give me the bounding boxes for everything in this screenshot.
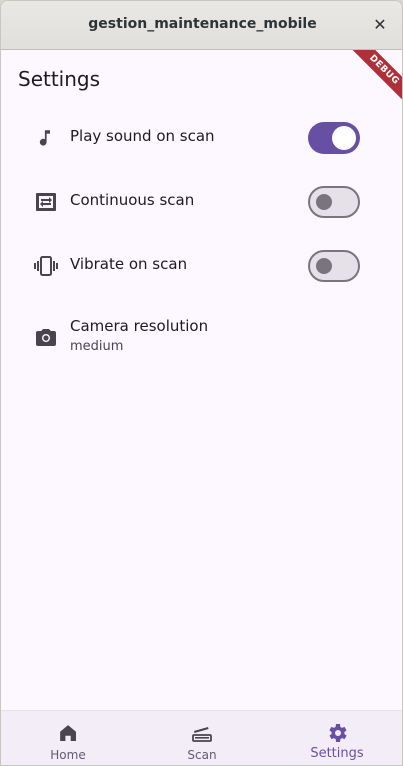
toggle-knob <box>316 258 332 274</box>
setting-play-sound[interactable]: Play sound on scan <box>1 110 402 166</box>
nav-label: Home <box>50 748 86 762</box>
repeat-icon <box>34 190 58 214</box>
camera-resolution-value: medium <box>70 339 124 354</box>
nav-label: Settings <box>310 746 364 761</box>
title-bar: gestion_maintenance_mobile ✕ <box>1 1 402 50</box>
toggle-knob <box>316 194 332 210</box>
camera-resolution-label: Camera resolution <box>70 317 209 335</box>
close-button[interactable]: ✕ <box>370 15 390 35</box>
app-window: gestion_maintenance_mobile ✕ DEBUG Setti… <box>0 0 403 766</box>
nav-item-settings[interactable]: Settings <box>270 711 402 765</box>
vibration-icon <box>34 254 58 278</box>
nav-item-home[interactable]: Home <box>1 711 135 765</box>
settings-screen: DEBUG Settings Play sound on scan Contin… <box>1 50 402 710</box>
home-icon <box>56 721 80 745</box>
play-sound-toggle[interactable] <box>308 122 360 154</box>
nav-label: Scan <box>187 748 217 762</box>
toggle-knob <box>332 126 356 150</box>
scan-icon <box>190 721 214 745</box>
debug-banner-wrap: DEBUG <box>344 50 402 110</box>
setting-label: Play sound on scan <box>70 127 215 145</box>
continuous-scan-toggle[interactable] <box>308 186 360 218</box>
page-title: Settings <box>18 67 101 91</box>
gear-icon <box>325 721 349 745</box>
camera-icon <box>34 325 58 349</box>
window-title: gestion_maintenance_mobile <box>88 16 317 32</box>
setting-label: Vibrate on scan <box>70 255 188 273</box>
setting-continuous-scan[interactable]: Continuous scan <box>1 174 402 230</box>
setting-camera-resolution[interactable]: Camera resolution medium <box>1 309 402 365</box>
setting-label: Continuous scan <box>70 191 195 209</box>
music-note-icon <box>34 126 58 150</box>
debug-banner: DEBUG <box>344 50 402 110</box>
setting-vibrate[interactable]: Vibrate on scan <box>1 238 402 294</box>
vibrate-toggle[interactable] <box>308 250 360 282</box>
bottom-navigation: Home Scan Settings <box>1 710 402 765</box>
nav-item-scan[interactable]: Scan <box>135 711 269 765</box>
